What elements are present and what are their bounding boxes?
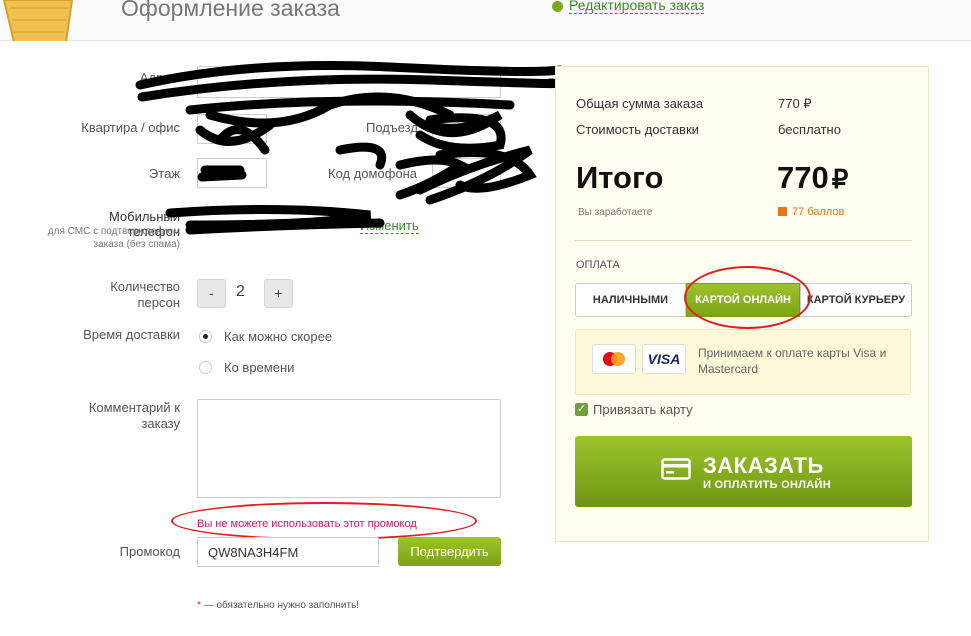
red-annotation-payment: [684, 266, 811, 329]
comment-textarea[interactable]: [197, 399, 501, 498]
persons-minus-button[interactable]: -: [197, 279, 226, 308]
persons-label: Количество персон: [110, 279, 180, 310]
pay-cash-button[interactable]: НАЛИЧНЫМИ: [575, 283, 686, 317]
grand-total-label: Итого: [576, 160, 664, 195]
delivery-cost-value: бесплатно: [778, 122, 841, 137]
gift-icon: [778, 207, 787, 216]
persons-plus-button[interactable]: +: [264, 279, 293, 308]
basket-icon: [2, 0, 74, 44]
edit-order-link[interactable]: Редактировать заказ: [552, 0, 705, 14]
promo-label: Промокод: [119, 544, 180, 559]
required-note: * — обязательно нужно заполнить!: [197, 600, 360, 611]
confirm-promo-button[interactable]: Подтвердить: [398, 537, 501, 566]
bind-card-label: Привязать карту: [593, 402, 693, 417]
order-sum-label: Общая сумма заказа: [576, 96, 704, 111]
order-button-title: ЗАКАЗАТЬ: [703, 453, 824, 478]
mastercard-icon: [592, 344, 636, 374]
page-title: Оформление заказа: [121, 0, 340, 21]
radio-asap-label: Как можно скорее: [224, 329, 333, 344]
earn-label: Вы заработаете: [578, 207, 653, 218]
card-note: Принимаем к оплате карты Visa и Masterca…: [698, 346, 887, 376]
radio-asap[interactable]: [199, 330, 212, 343]
grand-total-value: 770 ₽: [777, 160, 849, 195]
credit-card-icon: [661, 458, 691, 480]
persons-value: 2: [236, 283, 245, 300]
pay-courier-card-button[interactable]: КАРТОЙ КУРЬЕРУ: [800, 283, 912, 317]
earn-points: 77 баллов: [778, 206, 844, 218]
delivery-cost-label: Стоимость доставки: [576, 122, 699, 137]
bind-card-checkbox[interactable]: ✓: [575, 403, 588, 416]
order-sum-value: 770 ₽: [778, 96, 812, 111]
divider: [575, 240, 912, 241]
redaction-scribble: [135, 61, 565, 235]
red-annotation-promo: [171, 502, 477, 540]
edit-icon: [552, 0, 563, 12]
top-bar: Оформление заказа Редактировать заказ: [0, 0, 971, 44]
delivery-time-label: Время доставки: [83, 327, 180, 342]
radio-scheduled-label: Ко времени: [224, 360, 295, 375]
order-button[interactable]: ЗАКАЗАТЬ И ОПЛАТИТЬ ОНЛАЙН: [575, 436, 912, 507]
promo-input[interactable]: [197, 537, 379, 567]
visa-icon: VISA: [642, 344, 686, 374]
comment-label: Комментарий к заказу: [88, 400, 180, 431]
radio-scheduled[interactable]: [199, 361, 212, 374]
payment-label: ОПЛАТА: [576, 259, 620, 271]
order-button-subtitle: И ОПЛАТИТЬ ОНЛАЙН: [703, 479, 831, 491]
